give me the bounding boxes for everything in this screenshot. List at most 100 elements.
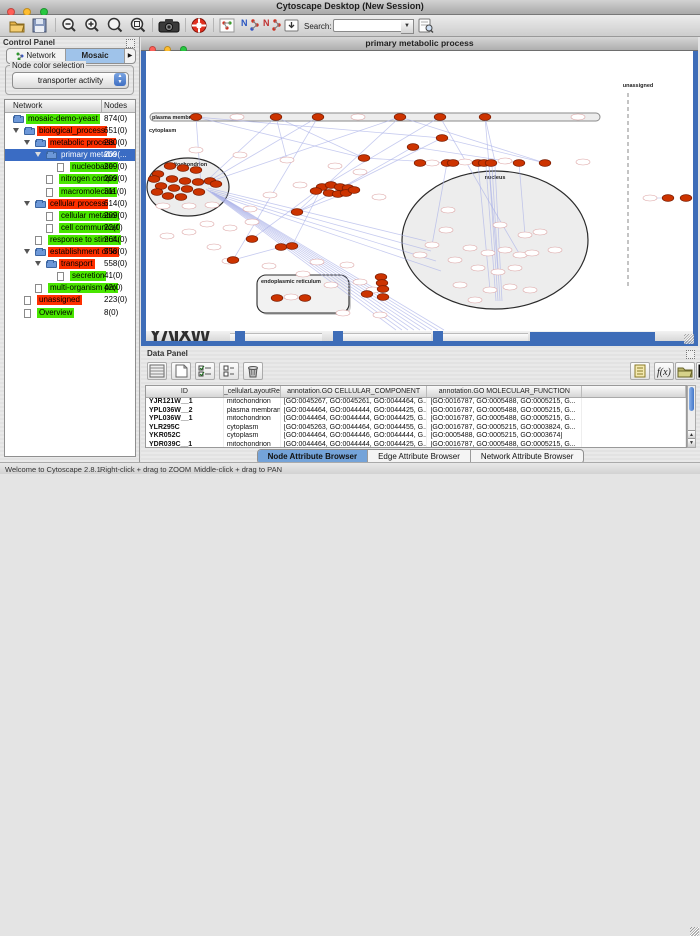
window-resize-grip[interactable] (684, 334, 694, 344)
delete-attribute-trash-icon[interactable] (243, 362, 263, 380)
table-cell[interactable]: [GO:0045263, GO:0044464, GO:0044455, G..… (281, 424, 428, 433)
graph-node[interactable] (485, 160, 497, 167)
graph-node-label[interactable] (425, 242, 439, 248)
graph-node-label[interactable] (508, 265, 522, 271)
graph-node[interactable] (310, 188, 322, 195)
table-header-spacer[interactable] (582, 386, 686, 397)
graph-node[interactable] (190, 114, 202, 121)
table-cell[interactable]: [GO:0045267, GO:0045261, GO:0044464, G..… (281, 398, 428, 407)
table-cell[interactable] (582, 432, 686, 441)
graph-node-label[interactable] (353, 279, 367, 285)
graph-node[interactable] (299, 295, 311, 302)
graph-node[interactable] (539, 160, 551, 167)
graph-node-label[interactable] (441, 207, 455, 213)
graph-node-label[interactable] (205, 202, 219, 208)
graph-node[interactable] (479, 114, 491, 121)
table-cell[interactable]: [GO:0044464, GO:0044444, GO:0044425, G..… (281, 441, 428, 448)
graph-node-label[interactable] (458, 159, 472, 165)
graph-node-label[interactable] (373, 312, 387, 318)
tree-row-multi-organism-pro[interactable]: multi-organism pro42(0) (5, 282, 135, 294)
float-panel-icon[interactable] (686, 350, 695, 359)
graph-node[interactable] (358, 155, 370, 162)
graph-node-label[interactable] (481, 250, 495, 256)
table-row-YPL036W__2[interactable]: YPL036W__2plasma membrane[GO:0044464, GO… (146, 407, 686, 416)
graph-node[interactable] (434, 114, 446, 121)
graph-node[interactable] (348, 187, 360, 194)
table-header-annotation.GO CELLULAR_COMPONENT[interactable]: annotation.GO CELLULAR_COMPONENT (281, 386, 428, 397)
graph-node[interactable] (414, 160, 426, 167)
table-scrollbar[interactable]: ▲ ▼ (687, 385, 696, 448)
graph-node-label[interactable] (413, 252, 427, 258)
graph-node-label[interactable] (453, 282, 467, 288)
graph-node-label[interactable] (533, 229, 547, 235)
tree-row-response-to-stimulu[interactable]: response to stimulu264(0) (5, 234, 135, 246)
graph-node-label[interactable] (230, 114, 244, 120)
graph-node-label[interactable] (328, 163, 342, 169)
select-attributes-icon[interactable] (195, 362, 215, 380)
zoom-in-icon[interactable] (83, 17, 101, 34)
search-input[interactable] (333, 19, 403, 32)
function-builder-icon[interactable]: f(x) (654, 362, 674, 380)
graph-node[interactable] (175, 194, 187, 201)
table-header-ID[interactable]: ID (146, 386, 224, 397)
graph-node[interactable] (190, 167, 202, 174)
table-cell[interactable]: mitochondrion (224, 398, 281, 407)
table-cell[interactable]: cytoplasm (224, 432, 281, 441)
tree-row-label[interactable]: unassigned (37, 295, 82, 305)
expand-arrow-icon[interactable] (24, 140, 30, 145)
help-lifering-icon[interactable] (190, 17, 208, 34)
graph-node[interactable] (513, 160, 525, 167)
tree-row-cellular-process[interactable]: cellular process614(0) (5, 198, 135, 210)
table-cell[interactable]: YPL036W__1 (146, 415, 224, 424)
graph-edge[interactable] (276, 117, 364, 158)
graph-node-label[interactable] (643, 195, 657, 201)
graph-node-label[interactable] (498, 158, 512, 164)
tree-row-biological-process[interactable]: biological_process651(0) (5, 125, 135, 137)
graph-node-label[interactable] (439, 227, 453, 233)
tree-row-label[interactable]: cellular process (48, 199, 108, 209)
tree-col-network[interactable]: Network (13, 101, 42, 110)
import-attributes-folder-icon[interactable] (675, 362, 695, 380)
table-header-_cellularLayoutRegion[interactable]: _cellularLayoutRegion (224, 386, 281, 397)
copy-edge-attributes-icon[interactable]: N (262, 17, 282, 34)
save-session-icon[interactable] (31, 17, 49, 34)
graph-node[interactable] (210, 181, 222, 188)
tree-row-nitrogen-compo[interactable]: nitrogen compo209(0) (5, 173, 135, 185)
attribute-editor-icon[interactable] (147, 362, 167, 380)
tree-col-nodes[interactable]: Nodes (104, 101, 127, 110)
expand-arrow-icon[interactable] (24, 249, 30, 254)
table-cell[interactable]: cytoplasm (224, 424, 281, 433)
attribute-matrix-icon[interactable] (696, 362, 700, 380)
graph-node[interactable] (270, 114, 282, 121)
graph-node-label[interactable] (448, 257, 462, 263)
graph-node[interactable] (407, 144, 419, 151)
graph-node-label[interactable] (498, 247, 512, 253)
graph-node[interactable] (271, 295, 283, 302)
tree-row-unassigned[interactable]: unassigned223(0) (5, 294, 135, 306)
graph-node-label[interactable] (189, 147, 203, 153)
table-cell[interactable] (582, 441, 686, 448)
graph-node-label[interactable] (353, 169, 367, 175)
graph-node-label[interactable] (525, 250, 539, 256)
graph-node-label[interactable] (262, 263, 276, 269)
graph-node[interactable] (166, 176, 178, 183)
table-cell[interactable]: [GO:0016787, GO:0005488, GO:0005215, G..… (427, 441, 582, 448)
table-cell[interactable]: YDR039C__1 (146, 441, 224, 448)
float-panel-icon[interactable] (126, 39, 135, 48)
graph-node-label[interactable] (571, 114, 585, 120)
tree-row-label[interactable]: transport (59, 259, 95, 269)
table-cell[interactable]: [GO:0016787, GO:0005488, GO:0005215, G..… (427, 415, 582, 424)
graph-node-label[interactable] (293, 182, 307, 188)
graph-node-label[interactable] (207, 244, 221, 250)
table-row-YJR121W__1[interactable]: YJR121W__1mitochondrion[GO:0045267, GO:0… (146, 398, 686, 407)
graph-node[interactable] (181, 186, 193, 193)
table-cell[interactable]: YJR121W__1 (146, 398, 224, 407)
zoom-out-icon[interactable] (60, 17, 78, 34)
table-cell[interactable]: [GO:0044464, GO:0044444, GO:0044425, G..… (281, 415, 428, 424)
graph-node-label[interactable] (223, 225, 237, 231)
graph-node-label[interactable] (483, 287, 497, 293)
tree-row-label[interactable]: Overview (37, 308, 74, 318)
graph-node-label[interactable] (280, 157, 294, 163)
graph-edge[interactable] (212, 192, 436, 261)
scroll-down-button[interactable]: ▼ (688, 438, 695, 447)
